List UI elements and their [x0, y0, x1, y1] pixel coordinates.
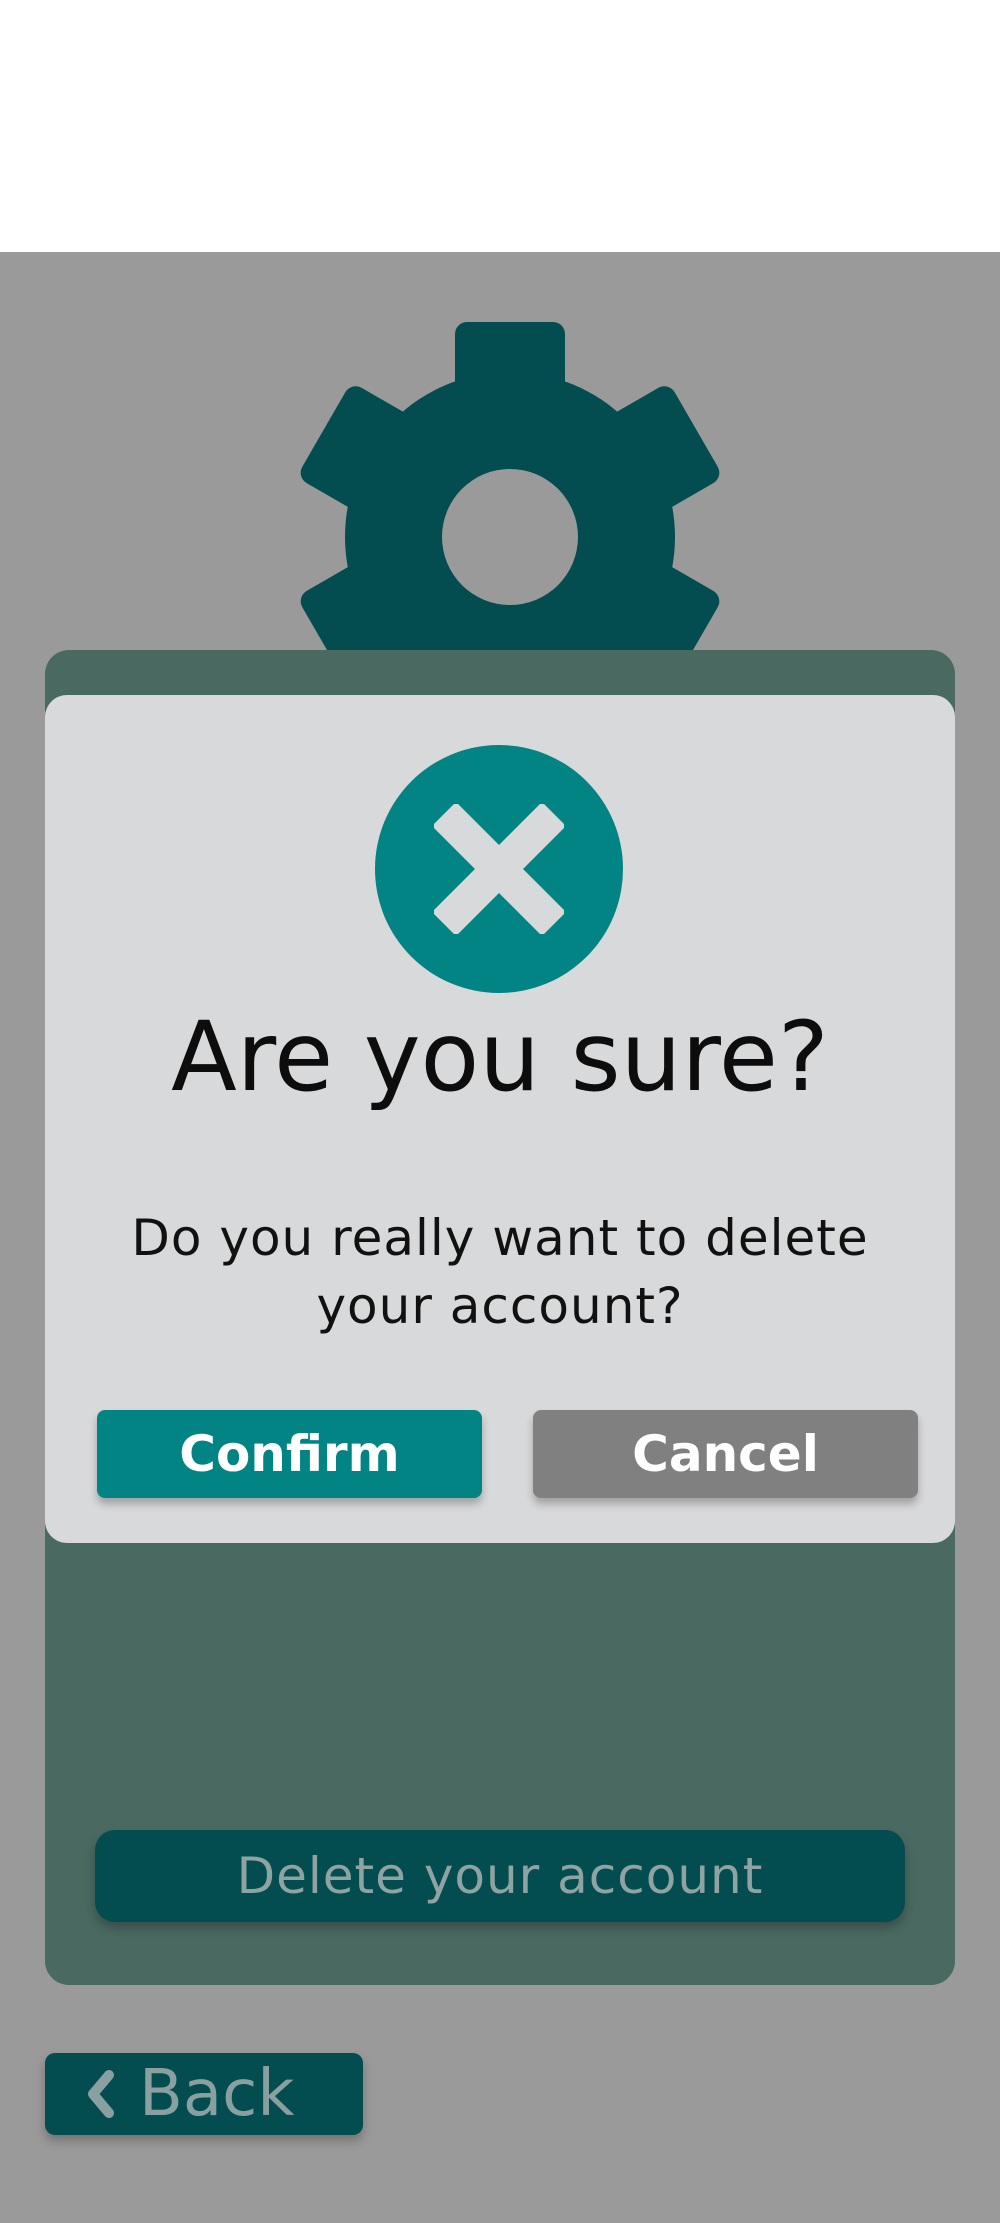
- delete-account-label: Delete your account: [236, 1847, 764, 1905]
- close-circle-icon: [375, 745, 623, 993]
- dialog-message: Do you really want to delete your accoun…: [85, 1205, 915, 1340]
- back-button[interactable]: Back: [45, 2053, 363, 2135]
- confirm-label: Confirm: [179, 1425, 400, 1483]
- delete-account-button[interactable]: Delete your account: [95, 1830, 905, 1922]
- back-label: Back: [139, 2057, 295, 2131]
- status-area: [0, 0, 1000, 252]
- confirm-dialog: Are you sure? Do you really want to dele…: [45, 695, 955, 1543]
- dialog-message-line-2: your account?: [316, 1276, 684, 1335]
- confirm-button[interactable]: Confirm: [97, 1410, 482, 1498]
- dialog-message-line-1: Do you really want to delete: [131, 1209, 869, 1267]
- gear-icon: [300, 322, 720, 702]
- x-mark-icon: [434, 804, 564, 934]
- cancel-button[interactable]: Cancel: [533, 1410, 918, 1498]
- dialog-title: Are you sure?: [171, 1001, 829, 1113]
- chevron-left-icon: [88, 2070, 114, 2118]
- cancel-label: Cancel: [632, 1425, 819, 1483]
